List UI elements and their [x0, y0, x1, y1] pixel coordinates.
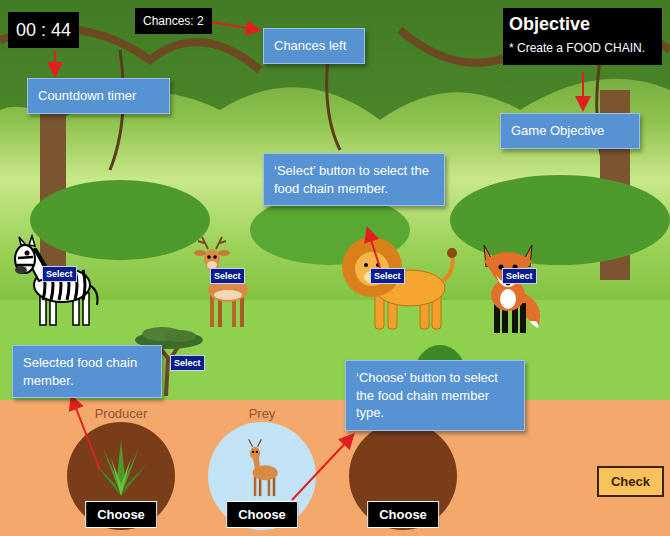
game-screen: 00 : 44 Chances: 2 Objective * Create a FOO… [0, 0, 670, 536]
chances-callout: Chances left [263, 28, 365, 64]
choose-button[interactable]: Choose [367, 501, 439, 528]
objective-title: Objective [509, 14, 656, 35]
slot-circle[interactable]: Choose [67, 422, 175, 530]
select-callout: ‘Select’ button to select the food chain… [263, 153, 445, 206]
food-chain-member: Select [5, 233, 105, 333]
select-button[interactable]: Select [210, 268, 245, 284]
slot-circle[interactable]: Choose [349, 422, 457, 530]
objective-callout: Game Objective [500, 113, 640, 149]
choose-button[interactable]: Choose [85, 501, 157, 528]
bush-icon [93, 438, 149, 498]
check-button[interactable]: Check [597, 466, 664, 497]
slot-label: Prey [249, 406, 276, 422]
deer-icon [234, 438, 290, 498]
timer-callout: Countdown timer [27, 78, 170, 114]
zebra-icon [5, 233, 105, 333]
food-chain-member: Select [330, 233, 460, 333]
food-chain-slot: Producer Choose [67, 406, 175, 530]
objective-text: * Create a FOOD CHAIN. [509, 41, 656, 55]
countdown-timer: 00 : 44 [8, 12, 79, 48]
food-chain-panel: Producer Choose Prey Choose Choose Check [0, 400, 670, 536]
select-button[interactable]: Select [370, 268, 405, 284]
food-chain-slot: Prey Choose [208, 406, 316, 530]
selected-member-callout: Selected food chain member. [12, 345, 162, 398]
food-chain-member: Select [188, 235, 258, 330]
fox-icon [468, 233, 548, 338]
slot-circle[interactable]: Choose [208, 422, 316, 530]
choose-button[interactable]: Choose [226, 501, 298, 528]
food-chain-member: Select [468, 233, 548, 338]
select-button[interactable]: Select [42, 266, 77, 282]
chances-counter: Chances: 2 [135, 8, 212, 34]
choose-callout: ‘Choose’ button to select the food chain… [345, 360, 525, 431]
select-button[interactable]: Select [170, 355, 205, 371]
select-button[interactable]: Select [502, 268, 537, 284]
objective-panel: Objective * Create a FOOD CHAIN. [503, 8, 662, 65]
slot-label: Producer [95, 406, 148, 422]
